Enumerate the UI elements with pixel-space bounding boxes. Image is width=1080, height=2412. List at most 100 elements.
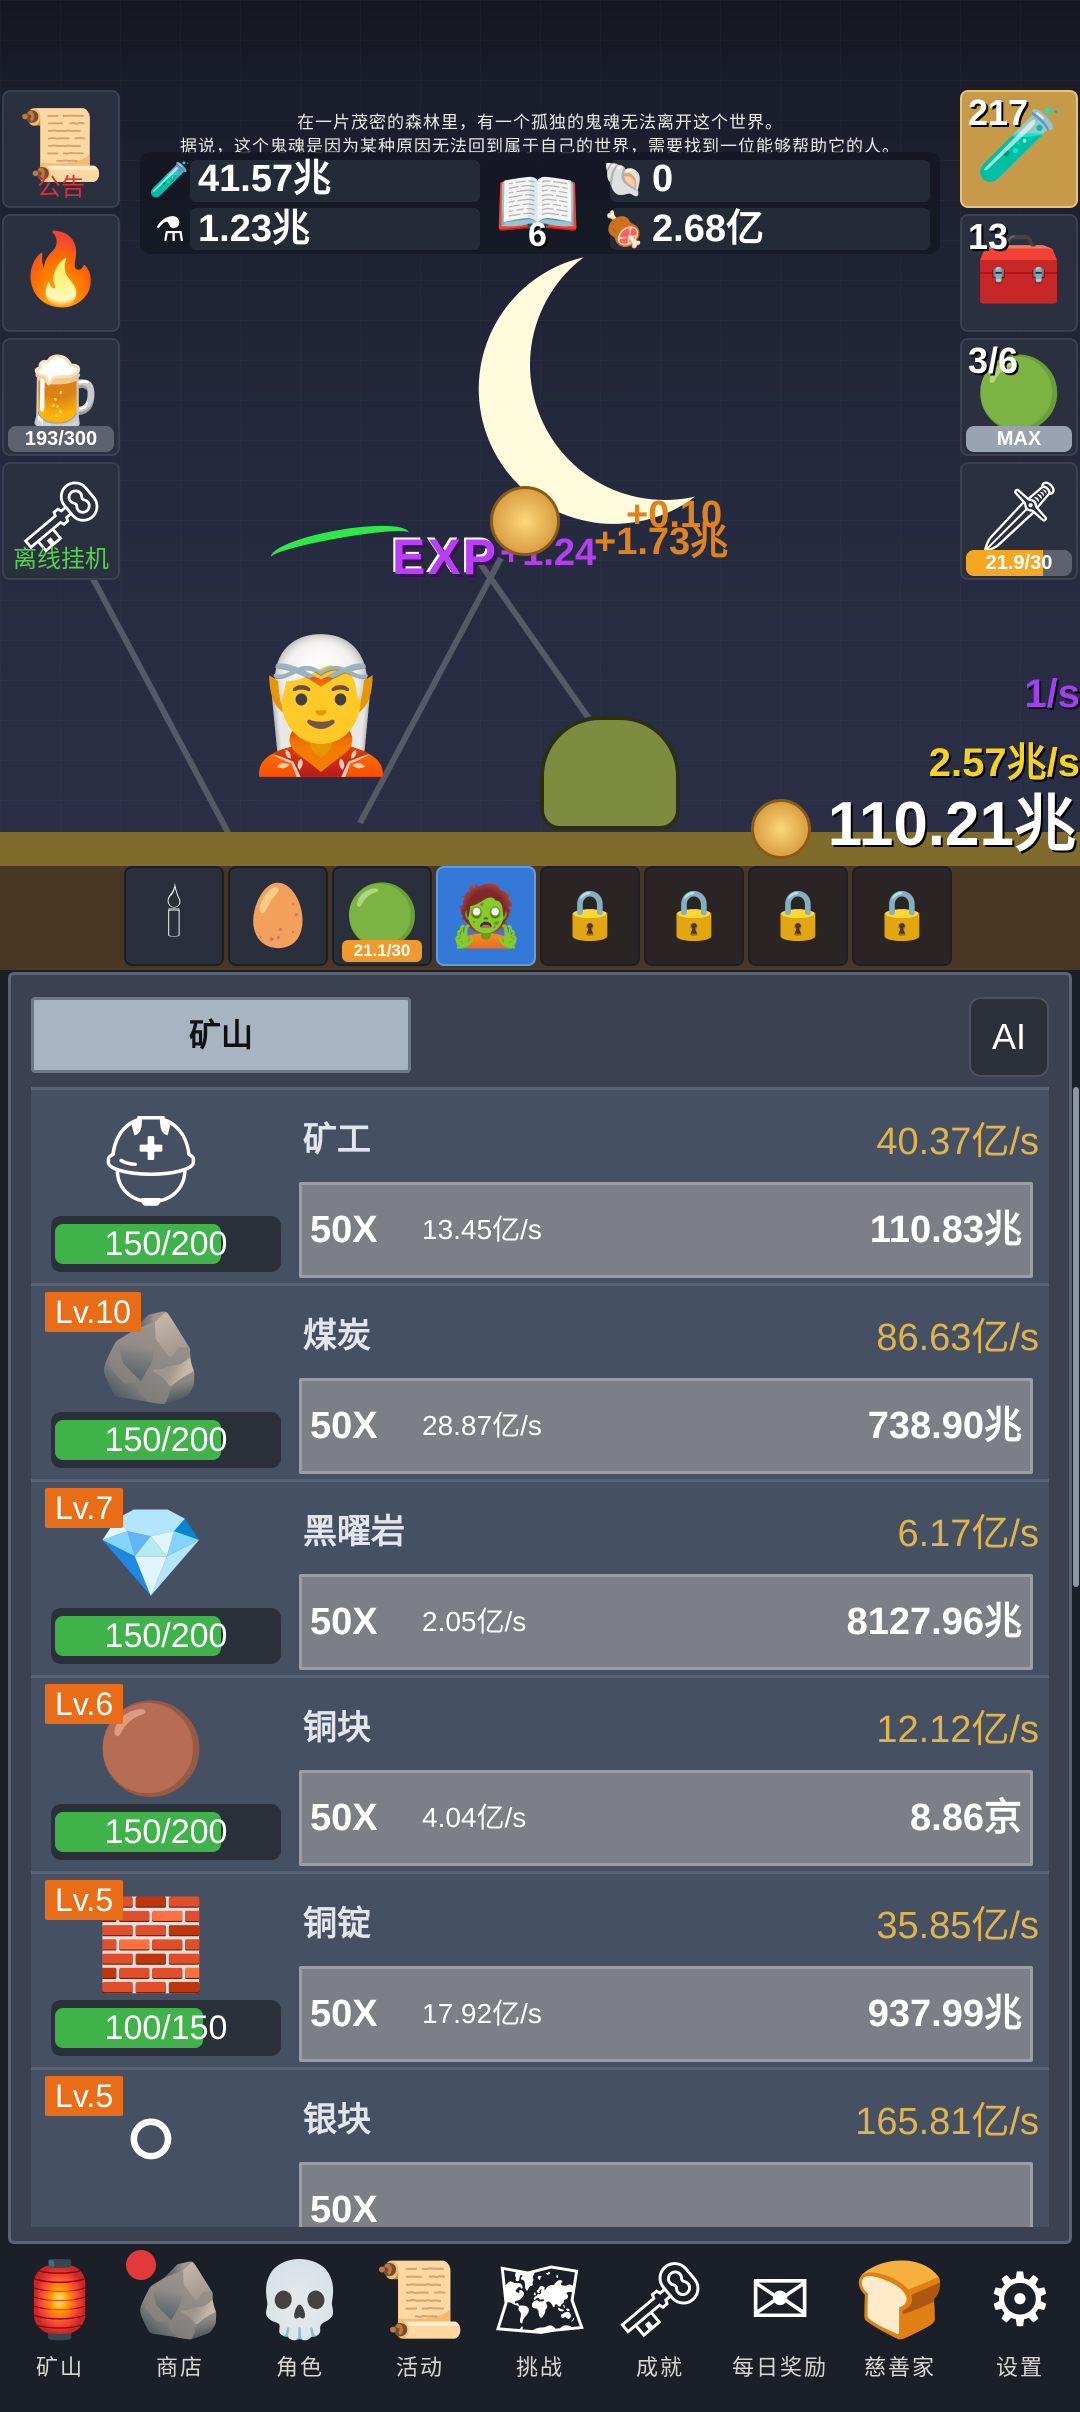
ai-button[interactable]: AI	[969, 997, 1049, 1077]
shell-resource: 🐚 0	[602, 156, 673, 202]
book-count: 6	[528, 216, 547, 254]
key-icon: 🗝	[613, 2258, 707, 2341]
mine-row: 🪨 Lv.10 150/200 煤炭 86.63亿/s 50X 28.87亿/s…	[31, 1283, 1049, 1479]
nav-label: 慈善家	[863, 2356, 936, 2381]
announcement-label: 公告	[37, 173, 85, 201]
slime-pet-slot[interactable]: 🟢 21.1/30	[332, 866, 432, 966]
mine-row: ⚪ Lv.5 银块 165.81亿/s 50X	[31, 2067, 1049, 2227]
nav-item-3[interactable]: 📜 活动	[360, 2250, 480, 2400]
nav-item-0[interactable]: 🏮 矿山	[0, 2250, 120, 2400]
upgrade-button[interactable]: 50X 13.45亿/s 110.83兆	[299, 1182, 1033, 1278]
lantern-icon: 🏮	[13, 2258, 107, 2341]
mine-tab[interactable]: 矿山	[31, 997, 411, 1073]
upgrade-button[interactable]: 50X 2.05亿/s 8127.96兆	[299, 1574, 1033, 1670]
mine-name: 铜锭	[303, 1904, 371, 1944]
sword-icon: 🗡	[974, 478, 1064, 556]
gold-rate: 2.57兆/s	[928, 741, 1080, 785]
nav-label: 商店	[155, 2356, 204, 2381]
sword-upgrade-button[interactable]: 🗡 21.9/30	[960, 462, 1078, 580]
egg-slot[interactable]: 🥚	[228, 866, 328, 966]
upgrade-button[interactable]: 50X 17.92亿/s 937.99兆	[299, 1966, 1033, 2062]
red-potion-count: 217	[968, 92, 1029, 133]
nav-item-8[interactable]: ⚙ 设置	[960, 2250, 1080, 2400]
upgrade-cost: 8.86京	[910, 1797, 1022, 1839]
zombie-pet-slot[interactable]: 🧟	[436, 866, 536, 966]
lock-icon: 🔒	[768, 889, 828, 942]
rate-increment: 17.92亿/s	[422, 1998, 542, 2029]
upgrade-cost: 738.90兆	[867, 1405, 1022, 1447]
yellow-potion-resource: ⚗ 1.23兆	[148, 206, 310, 252]
capacity-bar: 150/200	[51, 1216, 281, 1272]
slime-count: 3/6	[968, 340, 1019, 381]
candle-slot[interactable]: 🕯	[124, 866, 224, 966]
torch-button[interactable]: 🔥	[2, 214, 120, 332]
red-potion-button[interactable]: 🧪 217	[960, 90, 1078, 208]
upgrade-button[interactable]: 50X 28.87亿/s 738.90兆	[299, 1378, 1033, 1474]
meat-icon: 🍖	[602, 211, 646, 249]
multiplier-label: 50X	[310, 1601, 378, 1643]
mine-rate: 6.17亿/s	[897, 1513, 1039, 1555]
capacity-bar: 150/200	[51, 1608, 281, 1664]
rate-increment: 13.45亿/s	[422, 1214, 542, 1245]
bread-icon: 🍞	[853, 2258, 947, 2341]
nav-label: 矿山	[35, 2356, 84, 2381]
lock-icon: 🔒	[560, 889, 620, 942]
multiplier-label: 50X	[310, 2189, 378, 2227]
mine-rate: 35.85亿/s	[876, 1905, 1039, 1947]
mine-icon-box: ⚪ Lv.5	[41, 2076, 281, 2227]
mine-row: 💎 Lv.7 150/200 黑曜岩 6.17亿/s 50X 2.05亿/s 8…	[31, 1479, 1049, 1675]
nav-item-7[interactable]: 🍞 慈善家	[840, 2250, 960, 2400]
nav-label: 每日奖励	[731, 2356, 828, 2381]
multiplier-label: 50X	[310, 1405, 378, 1447]
nav-item-2[interactable]: 💀 角色	[240, 2250, 360, 2400]
scrollbar[interactable]	[1073, 1087, 1079, 1587]
zombie-pet-icon: 🧟	[448, 882, 524, 949]
offline-idle-button[interactable]: 🗝 离线挂机	[2, 462, 120, 580]
nav-label: 挑战	[515, 2356, 564, 2381]
capacity-bar: 150/200	[51, 1412, 281, 1468]
shell-icon: 🐚	[602, 161, 646, 199]
mine-row: 🧱 Lv.5 100/150 铜锭 35.85亿/s 50X 17.92亿/s …	[31, 1871, 1049, 2067]
locked-slot[interactable]: 🔒	[852, 866, 952, 966]
announcement-button[interactable]: 📜 公告	[2, 90, 120, 208]
blue-potion-resource: 🧪 41.57兆	[148, 156, 331, 202]
slime-pet-badge: 21.1/30	[342, 940, 422, 962]
lock-icon: 🔒	[872, 889, 932, 942]
egg-icon: 🥚	[240, 882, 316, 949]
rate-increment: 4.04亿/s	[422, 1802, 527, 1833]
tavern-button[interactable]: 🍺 193/300	[2, 338, 120, 456]
mine-rate: 40.37亿/s	[876, 1121, 1039, 1163]
mine-name: 银块	[303, 2100, 371, 2140]
mine-name: 黑曜岩	[303, 1512, 405, 1552]
locked-slot[interactable]: 🔒	[644, 866, 744, 966]
scroll-icon: 📜	[373, 2258, 467, 2341]
slime-pet-icon: 🟢	[344, 882, 420, 949]
locked-slot[interactable]: 🔒	[540, 866, 640, 966]
nav-item-4[interactable]: 🗺 挑战	[480, 2250, 600, 2400]
nav-label: 成就	[635, 2356, 684, 2381]
ghost-hero-character: 🧝	[240, 632, 402, 778]
gold-coin-icon	[750, 798, 811, 859]
envelope-icon: ✉	[748, 2258, 811, 2341]
blue-potion-icon: 🧪	[148, 161, 192, 199]
mine-icon-box: 🧱 Lv.5 100/150	[41, 1880, 281, 2060]
capacity-bar: 150/200	[51, 1804, 281, 1860]
mine-list[interactable]: ⛑ 150/200 矿工 40.37亿/s 50X 13.45亿/s 110.8…	[31, 1087, 1049, 2227]
meat-resource: 🍖 2.68亿	[602, 206, 764, 252]
treasure-chest-button[interactable]: 🧰 13	[960, 214, 1078, 332]
upgrade-cost: 937.99兆	[867, 1993, 1022, 2035]
gold-total: 110.21兆	[750, 790, 1076, 860]
level-badge: Lv.6	[45, 1684, 124, 1724]
slime-enemy	[540, 716, 680, 830]
torch-icon: 🔥	[17, 230, 105, 308]
multiplier-label: 50X	[310, 1797, 378, 1839]
slime-upgrade-button[interactable]: 🟢 3/6 MAX	[960, 338, 1078, 456]
locked-slot[interactable]: 🔒	[748, 866, 848, 966]
upgrade-button[interactable]: 50X	[299, 2162, 1033, 2227]
nav-item-6[interactable]: ✉ 每日奖励	[720, 2250, 840, 2400]
rate-increment: 28.87亿/s	[422, 1410, 542, 1441]
upgrade-button[interactable]: 50X 4.04亿/s 8.86京	[299, 1770, 1033, 1866]
capacity-bar: 100/150	[51, 2000, 281, 2056]
sword-progress: 21.9/30	[966, 550, 1072, 576]
nav-item-5[interactable]: 🗝 成就	[600, 2250, 720, 2400]
